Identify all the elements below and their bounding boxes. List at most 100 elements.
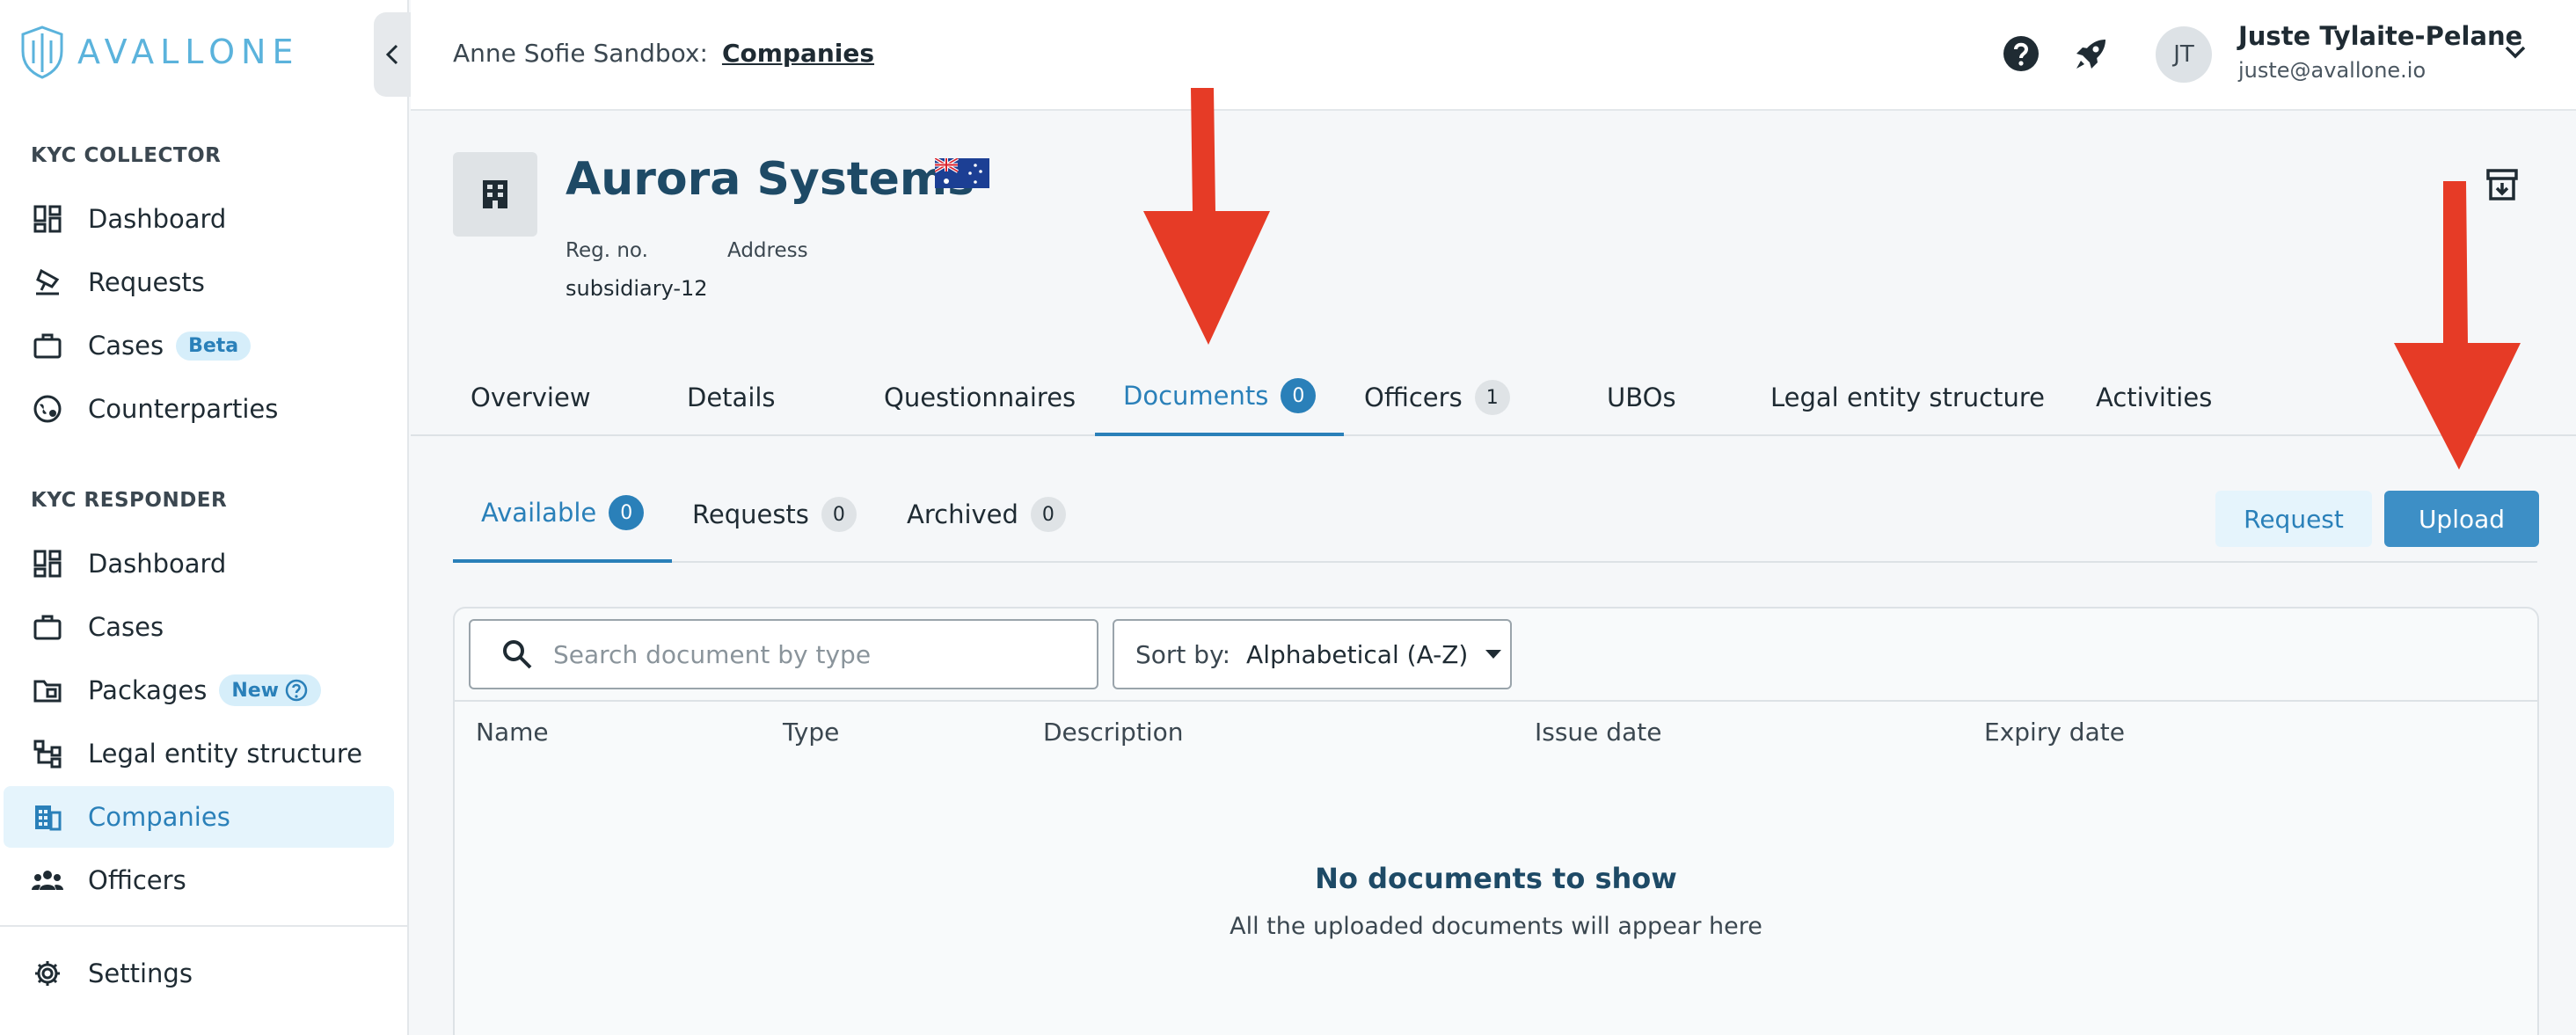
folder-icon [30, 673, 65, 708]
workspace-name: Anne Sofie Sandbox: [453, 39, 708, 68]
sidebar-item-companies[interactable]: Companies [4, 786, 394, 848]
sidebar-item-responder-dashboard[interactable]: Dashboard [4, 533, 394, 594]
reg-no-label: Reg. no. [566, 239, 648, 262]
subtab-label: Archived [907, 499, 1018, 529]
tab-label: Questionnaires [884, 383, 1076, 412]
company-avatar [453, 152, 537, 237]
upload-button[interactable]: Upload [2384, 491, 2539, 547]
tab-legal-entity-structure[interactable]: Legal entity structure [1742, 359, 2073, 436]
tab-label: Activities [2096, 383, 2213, 412]
requests-count-badge: 0 [821, 497, 857, 532]
tab-documents[interactable]: Documents 0 [1095, 359, 1345, 436]
people-icon [30, 863, 65, 898]
request-button[interactable]: Request [2215, 491, 2372, 547]
tab-overview[interactable]: Overview [442, 359, 619, 436]
address-label: Address [727, 239, 808, 262]
dashboard-icon [30, 546, 65, 581]
sidebar-item-collector-dashboard[interactable]: Dashboard [4, 188, 394, 250]
column-header-description[interactable]: Description [1043, 718, 1183, 747]
sidebar-item-label: Dashboard [88, 204, 227, 234]
tab-label: Documents [1123, 381, 1269, 411]
sidebar-item-legal-entity-structure[interactable]: Legal entity structure [4, 723, 394, 784]
column-header-expiry-date[interactable]: Expiry date [1984, 718, 2125, 747]
help-circle-icon[interactable] [284, 678, 309, 703]
sidebar-item-label: Cases [88, 612, 164, 642]
briefcase-icon [30, 328, 65, 363]
caret-down-icon [1484, 648, 1503, 660]
column-header-issue-date[interactable]: Issue date [1535, 718, 1661, 747]
tab-officers[interactable]: Officers 1 [1336, 359, 1538, 436]
sidebar-item-counterparties[interactable]: Counterparties [4, 378, 394, 440]
sidebar-item-settings[interactable]: Settings [4, 943, 394, 1004]
sidebar-item-label: Companies [88, 802, 230, 832]
sidebar-item-label: Officers [88, 865, 186, 895]
user-name: Juste Tylaite-Pelane [2238, 21, 2523, 51]
company-title: Aurora Systems [566, 153, 975, 206]
sidebar-item-requests[interactable]: Requests [4, 251, 394, 313]
shield-logo-icon [19, 25, 65, 79]
stamp-icon [30, 265, 65, 300]
rocket-icon [2072, 34, 2111, 73]
whats-new-button[interactable] [2071, 33, 2112, 74]
sort-value: Alphabetical (A-Z) [1246, 639, 1469, 669]
sidebar-item-responder-cases[interactable]: Cases [4, 596, 394, 658]
top-bar: Anne Sofie Sandbox: Companies JT Juste T… [411, 0, 2576, 111]
new-badge: New [219, 674, 321, 706]
sidebar-item-label: Dashboard [88, 549, 227, 579]
logo[interactable]: AVALLONE [19, 25, 299, 79]
tab-ubos[interactable]: UBOs [1579, 359, 1704, 436]
logo-text: AVALLONE [77, 33, 300, 71]
tab-activities[interactable]: Activities [2068, 359, 2240, 436]
briefcase-icon [30, 609, 65, 645]
tab-questionnaires[interactable]: Questionnaires [856, 359, 1104, 436]
user-menu-chevron[interactable] [2502, 39, 2529, 65]
sidebar-item-label: Cases [88, 331, 164, 361]
column-header-type[interactable]: Type [783, 718, 839, 747]
dashboard-icon [30, 201, 65, 237]
sidebar-item-label: Packages [88, 675, 208, 705]
avatar[interactable]: JT [2156, 26, 2212, 83]
company-tabs: Overview Details Questionnaires Document… [411, 359, 2576, 436]
available-count-badge: 0 [609, 495, 645, 530]
gear-icon [30, 956, 65, 991]
sidebar-item-officers[interactable]: Officers [4, 849, 394, 911]
column-header-name[interactable]: Name [476, 718, 549, 747]
archived-count-badge: 0 [1030, 497, 1066, 532]
sidebar-item-label: Legal entity structure [88, 739, 362, 769]
help-button[interactable] [2001, 33, 2041, 74]
collapse-sidebar-button[interactable] [374, 12, 411, 97]
new-badge-label: New [231, 679, 279, 702]
empty-state-title: No documents to show [1315, 862, 1677, 895]
tab-label: Officers [1364, 383, 1463, 412]
section-title-kyc-responder: KYC RESPONDER [31, 489, 228, 512]
sidebar-item-cases[interactable]: Cases Beta [4, 315, 394, 376]
sidebar-item-label: Counterparties [88, 394, 279, 424]
annotation-arrow-documents [1136, 84, 1277, 352]
subtab-requests[interactable]: Requests 0 [664, 466, 885, 563]
sidebar-item-label: Settings [88, 958, 193, 988]
reg-no-value: subsidiary-12 [566, 276, 708, 301]
subtab-available[interactable]: Available 0 [453, 466, 673, 563]
tab-details[interactable]: Details [659, 359, 804, 436]
tab-label: Details [687, 383, 776, 412]
subtab-archived[interactable]: Archived 0 [879, 466, 1094, 563]
search-field[interactable] [469, 619, 1098, 689]
hierarchy-icon [30, 736, 65, 771]
table-header: Name Type Description Issue date Expiry … [455, 700, 2537, 762]
documents-count-badge: 0 [1281, 378, 1317, 413]
sidebar: AVALLONE KYC COLLECTOR Dashboard Request… [0, 0, 411, 1035]
subtab-label: Requests [692, 499, 809, 529]
building-icon [478, 177, 513, 212]
help-icon [2002, 34, 2040, 73]
breadcrumb-link-companies[interactable]: Companies [722, 39, 874, 68]
section-title-kyc-collector: KYC COLLECTOR [31, 144, 222, 167]
empty-state-subtitle: All the uploaded documents will appear h… [1230, 913, 1762, 940]
search-input[interactable] [553, 639, 1081, 669]
globe-icon [30, 391, 65, 426]
sidebar-divider [0, 925, 407, 927]
officers-count-badge: 1 [1474, 380, 1510, 415]
documents-panel: Sort by: Alphabetical (A-Z) Name Type De… [453, 607, 2539, 1035]
sidebar-item-packages[interactable]: Packages New [4, 660, 394, 721]
sort-select[interactable]: Sort by: Alphabetical (A-Z) [1113, 619, 1512, 689]
annotation-arrow-upload [2387, 178, 2528, 477]
